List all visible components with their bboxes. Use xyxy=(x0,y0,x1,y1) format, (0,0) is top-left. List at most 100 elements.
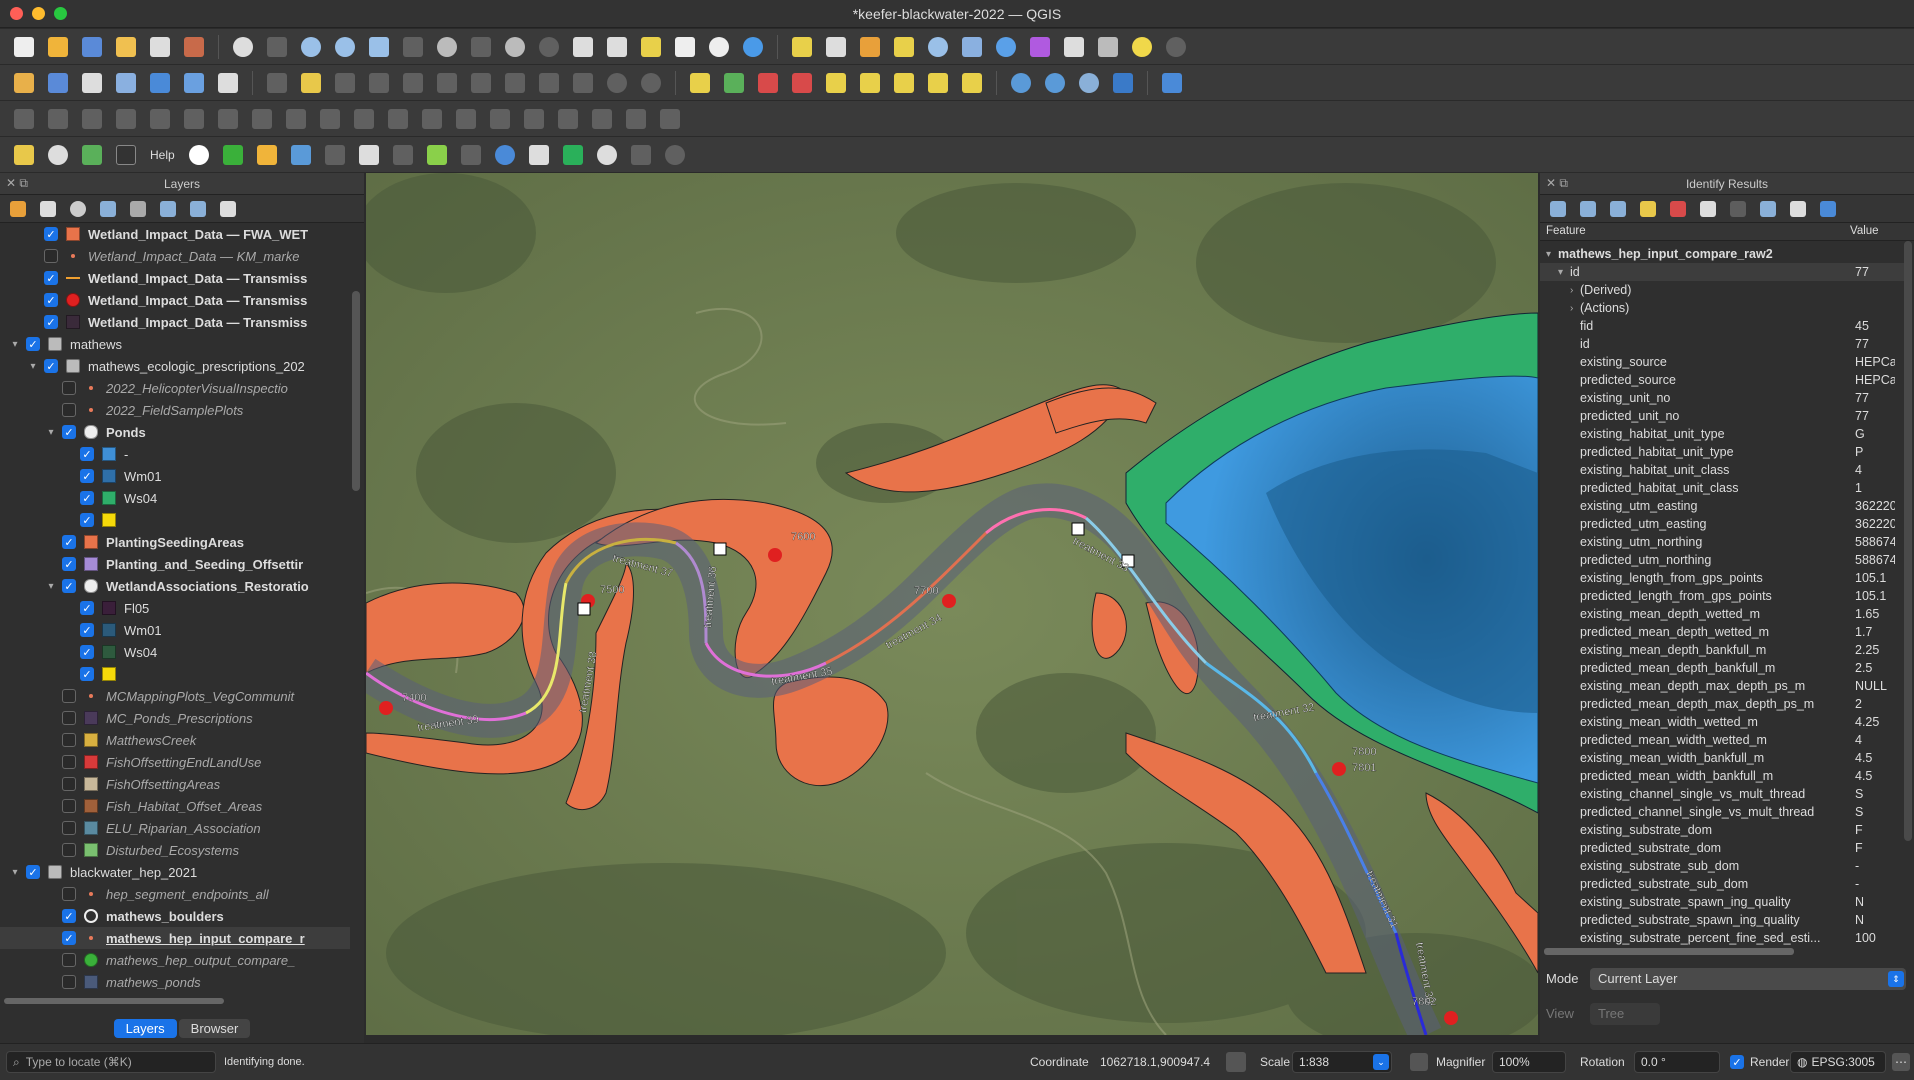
lock-scale-icon[interactable] xyxy=(1410,1053,1428,1071)
new-temp-layer-icon[interactable] xyxy=(78,69,106,97)
toggle-editing-icon[interactable] xyxy=(297,69,325,97)
scale-input[interactable]: 1:838 ⌄ xyxy=(1292,1051,1392,1073)
expand-arrow-icon[interactable]: ▾ xyxy=(44,427,58,438)
select-features-icon[interactable] xyxy=(788,33,816,61)
label-rotate-icon[interactable] xyxy=(890,69,918,97)
layer-row[interactable]: MCMappingPlots_VegCommunit xyxy=(0,685,350,707)
expand-arrow-icon[interactable]: ▾ xyxy=(44,581,58,592)
zoom-in-icon[interactable] xyxy=(297,33,325,61)
attribute-row[interactable]: existing_unit_no 77 xyxy=(1540,389,1900,407)
label-tool-icon[interactable] xyxy=(686,69,714,97)
pan-to-selection-icon[interactable] xyxy=(263,33,291,61)
deselect-all-icon[interactable] xyxy=(856,33,884,61)
layer-row[interactable]: Fish_Habitat_Offset_Areas xyxy=(0,795,350,817)
attribute-row[interactable]: predicted_mean_width_wetted_m 4 xyxy=(1540,731,1900,749)
expand-all-icon[interactable] xyxy=(156,197,180,221)
collapse-arrow-icon[interactable]: ▾ xyxy=(1546,249,1551,260)
zoom-selection-icon[interactable] xyxy=(399,33,427,61)
rotate-feature-icon[interactable] xyxy=(78,105,106,133)
split-features-icon[interactable] xyxy=(384,105,412,133)
layer-row[interactable]: ✓ - xyxy=(0,443,350,465)
layer-row[interactable]: ▾ ✓ WetlandAssociations_Restoratio xyxy=(0,575,350,597)
label-change-icon[interactable] xyxy=(924,69,952,97)
layer-visibility-checkbox[interactable] xyxy=(62,821,76,835)
merge-features-icon[interactable] xyxy=(452,105,480,133)
attribute-row[interactable]: predicted_habitat_unit_type P xyxy=(1540,443,1900,461)
add-raster-icon[interactable] xyxy=(180,69,208,97)
attribute-row[interactable]: predicted_mean_depth_max_depth_ps_m 2 xyxy=(1540,695,1900,713)
attribute-row[interactable]: existing_substrate_spawn_ing_quality N xyxy=(1540,893,1900,911)
layer-visibility-checkbox[interactable]: ✓ xyxy=(44,227,58,241)
layer-row[interactable]: mathews_ponds xyxy=(0,971,350,993)
attribute-row[interactable]: predicted_mean_depth_bankfull_m 2.5 xyxy=(1540,659,1900,677)
move-feature-icon[interactable] xyxy=(44,105,72,133)
attribute-row[interactable]: predicted_utm_easting 362220 xyxy=(1540,515,1900,533)
attribute-row[interactable]: predicted_substrate_spawn_ing_quality N xyxy=(1540,911,1900,929)
layer-visibility-checkbox[interactable]: ✓ xyxy=(26,337,40,351)
value-column-header[interactable]: Value xyxy=(1850,225,1879,237)
line-tool-icon[interactable] xyxy=(457,141,485,169)
minimize-window-button[interactable] xyxy=(32,7,45,20)
new-bookmark-icon[interactable] xyxy=(637,33,665,61)
crs-button[interactable]: ◍ EPSG:3005 xyxy=(1790,1051,1886,1073)
edit-pencil-icon[interactable] xyxy=(263,69,291,97)
layer-visibility-checkbox[interactable]: ✓ xyxy=(80,645,94,659)
attribute-row[interactable]: existing_mean_depth_bankfull_m 2.25 xyxy=(1540,641,1900,659)
save-edits-icon[interactable] xyxy=(331,69,359,97)
fill-ring-icon[interactable] xyxy=(214,105,242,133)
label-toolbar-icon[interactable] xyxy=(754,69,782,97)
print-response-icon[interactable] xyxy=(1726,197,1750,221)
add-ring-icon[interactable] xyxy=(146,105,174,133)
layer-visibility-checkbox[interactable] xyxy=(62,843,76,857)
r-console-icon[interactable] xyxy=(185,141,213,169)
layer-row[interactable]: ▾ ✓ mathews_ecologic_prescriptions_202 xyxy=(0,355,350,377)
new-geopackage-icon[interactable] xyxy=(44,69,72,97)
layer-row[interactable]: ELU_Riparian_Association xyxy=(0,817,350,839)
layer-row[interactable]: ✓ PlantingSeedingAreas xyxy=(0,531,350,553)
delete-part-icon[interactable] xyxy=(282,105,310,133)
print-layout-button[interactable] xyxy=(146,33,174,61)
attribute-row[interactable]: existing_utm_northing 588674 xyxy=(1540,533,1900,551)
derived-row[interactable]: › (Derived) xyxy=(1540,281,1900,299)
label-diagram-icon[interactable] xyxy=(720,69,748,97)
attribute-row[interactable]: fid 45 xyxy=(1540,317,1900,335)
layer-row[interactable]: ✓ Wetland_Impact_Data — Transmiss xyxy=(0,267,350,289)
layer-visibility-checkbox[interactable]: ✓ xyxy=(44,359,58,373)
layer-row[interactable]: ✓ Wetland_Impact_Data — FWA_WET xyxy=(0,223,350,245)
label-pin-icon[interactable] xyxy=(788,69,816,97)
layer-row[interactable]: ✓ Wetland_Impact_Data — Transmiss xyxy=(0,311,350,333)
attribute-row[interactable]: predicted_unit_no 77 xyxy=(1540,407,1900,425)
layer-row[interactable]: ✓ Fl05 xyxy=(0,597,350,619)
show-bookmarks-icon[interactable] xyxy=(671,33,699,61)
identify-layer-row[interactable]: ▾ mathews_hep_input_compare_raw2 xyxy=(1540,245,1900,263)
layer-row[interactable]: ✓ Wm01 xyxy=(0,465,350,487)
web-search-icon[interactable] xyxy=(1041,69,1069,97)
collapse-arrow-icon[interactable]: ▾ xyxy=(1558,267,1563,278)
attribute-row[interactable]: predicted_habitat_unit_class 1 xyxy=(1540,479,1900,497)
layer-visibility-checkbox[interactable] xyxy=(62,711,76,725)
globe-icon[interactable] xyxy=(1007,69,1035,97)
map-svg[interactable]: 7400 7500 7600 7700 7800 7801 7802 treat… xyxy=(366,173,1538,1035)
georeferencer-icon[interactable] xyxy=(355,141,383,169)
layer-row[interactable]: 2022_HelicopterVisualInspectio xyxy=(0,377,350,399)
simplify-feature-icon[interactable] xyxy=(112,105,140,133)
layer-row[interactable]: ✓ Ws04 xyxy=(0,487,350,509)
layer-visibility-checkbox[interactable] xyxy=(62,689,76,703)
identify-settings-icon[interactable] xyxy=(1756,197,1780,221)
layer-visibility-checkbox[interactable]: ✓ xyxy=(44,315,58,329)
filter-legend-icon[interactable] xyxy=(96,197,120,221)
zoom-window-button[interactable] xyxy=(54,7,67,20)
identify-tree[interactable]: ▾ mathews_hep_input_compare_raw2 ▾ id 77… xyxy=(1540,241,1904,961)
messages-icon[interactable]: ⋯ xyxy=(1892,1053,1910,1071)
attribute-row[interactable]: existing_substrate_dom F xyxy=(1540,821,1900,839)
filter-expression-icon[interactable] xyxy=(126,197,150,221)
attribute-row[interactable]: existing_habitat_unit_type G xyxy=(1540,425,1900,443)
new-map-view-icon[interactable] xyxy=(569,33,597,61)
help-menu-button[interactable]: Help xyxy=(146,148,179,162)
zoom-last-icon[interactable] xyxy=(501,33,529,61)
zoom-next-icon[interactable] xyxy=(535,33,563,61)
open-project-button[interactable] xyxy=(44,33,72,61)
offset-symbols-icon[interactable] xyxy=(554,105,582,133)
rotate-symbols-icon[interactable] xyxy=(520,105,548,133)
refresh-icon[interactable] xyxy=(739,33,767,61)
